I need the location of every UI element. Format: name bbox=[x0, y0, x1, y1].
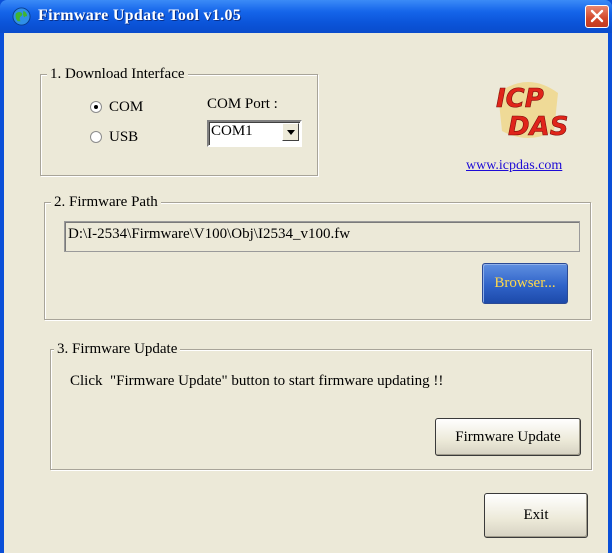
exit-button[interactable]: Exit bbox=[484, 493, 588, 538]
icpdas-logo: ICP DAS bbox=[496, 82, 568, 142]
download-interface-group: 1. Download Interface COM USB COM Port :… bbox=[40, 65, 318, 176]
firmware-update-group: 3. Firmware Update Click "Firmware Updat… bbox=[50, 340, 592, 470]
website-link[interactable]: www.icpdas.com bbox=[466, 158, 562, 174]
com-radio-label[interactable]: COM bbox=[109, 98, 143, 116]
firmware-path-group: 2. Firmware Path D:\I-2534\Firmware\V100… bbox=[44, 193, 591, 320]
com-radio[interactable] bbox=[90, 101, 102, 113]
com-port-value: COM1 bbox=[211, 123, 253, 139]
usb-radio-label[interactable]: USB bbox=[109, 128, 138, 146]
svg-text:DAS: DAS bbox=[508, 112, 568, 142]
globe-icon bbox=[12, 7, 31, 26]
svg-text:ICP: ICP bbox=[496, 84, 544, 114]
usb-radio[interactable] bbox=[90, 131, 102, 143]
close-icon bbox=[590, 9, 604, 23]
app-window: Firmware Update Tool v1.05 1. Download I… bbox=[0, 0, 612, 553]
firmware-path-legend: 2. Firmware Path bbox=[51, 193, 161, 211]
browse-button[interactable]: Browser... bbox=[482, 263, 568, 304]
firmware-update-button[interactable]: Firmware Update bbox=[435, 418, 581, 456]
dialog-body: 1. Download Interface COM USB COM Port :… bbox=[4, 33, 608, 553]
download-interface-legend: 1. Download Interface bbox=[47, 65, 188, 83]
com-port-label: COM Port : bbox=[207, 96, 278, 112]
close-button[interactable] bbox=[585, 5, 609, 28]
chevron-down-icon[interactable] bbox=[282, 123, 299, 141]
title-bar[interactable]: Firmware Update Tool v1.05 bbox=[0, 0, 612, 33]
update-instruction: Click "Firmware Update" button to start … bbox=[70, 373, 444, 389]
radio-selected-dot bbox=[94, 105, 98, 109]
window-title: Firmware Update Tool v1.05 bbox=[38, 7, 242, 24]
com-port-select[interactable]: COM1 bbox=[207, 120, 302, 147]
firmware-update-legend: 3. Firmware Update bbox=[54, 340, 181, 358]
firmware-path-field[interactable]: D:\I-2534\Firmware\V100\Obj\I2534_v100.f… bbox=[64, 221, 580, 252]
